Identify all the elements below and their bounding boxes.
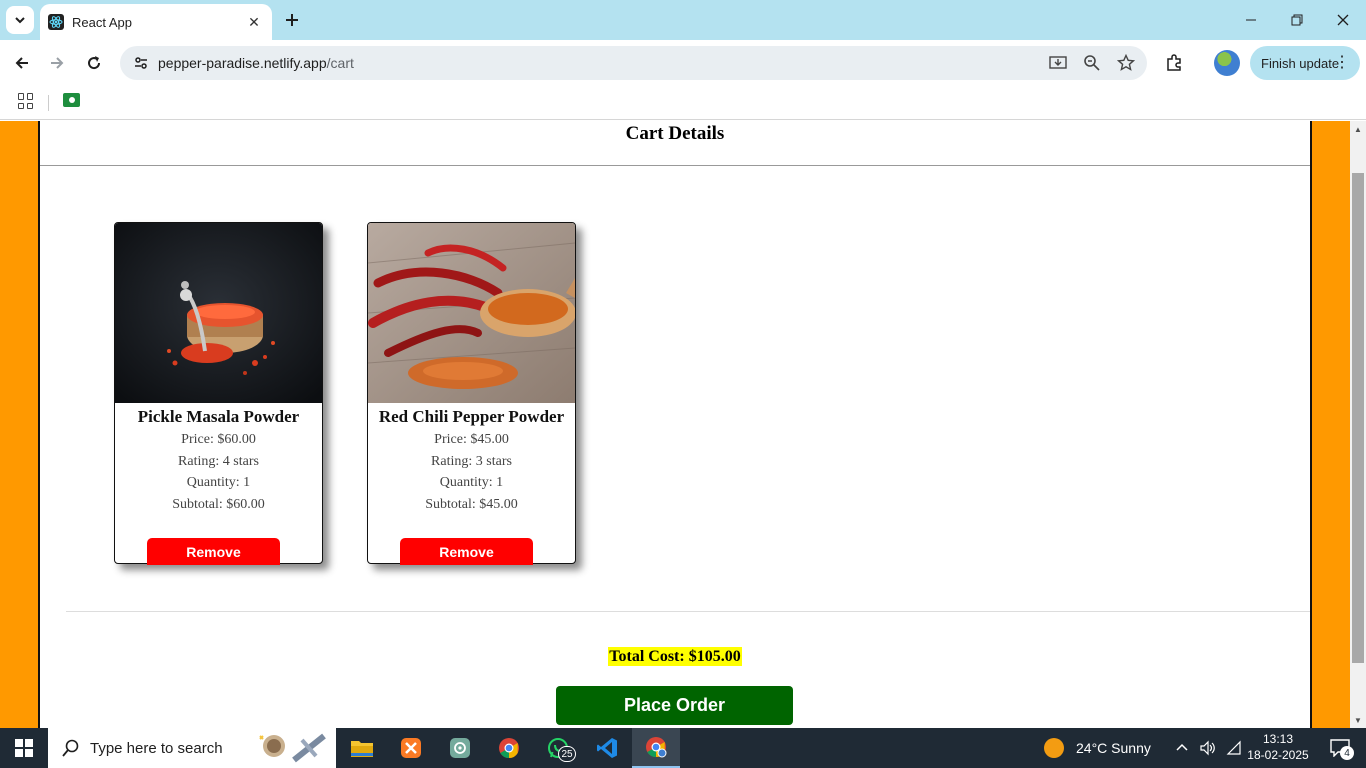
windows-taskbar: Type here to search 25 24°C Sunny 13:13 … [0,728,1366,768]
item-quantity: Quantity: 1 [186,475,251,490]
item-price: Price: $60.00 [181,432,256,447]
item-subtotal: Subtotal: $45.00 [425,496,518,512]
volume-icon[interactable] [1198,738,1218,758]
cart-item-card: Red Chili Pepper Powder Price: $45.00 Ra… [367,222,576,565]
taskbar-chrome[interactable] [485,728,533,768]
page-scrollbar[interactable]: ▲ ▼ [1350,121,1366,728]
item-rating: Rating: 4 stars [178,453,259,469]
notification-count-badge: 4 [1340,746,1354,760]
search-placeholder: Type here to search [90,739,223,757]
chrome-icon [499,738,519,759]
classroom-bookmark-icon[interactable] [63,93,80,107]
clock[interactable]: 13:13 18-02-2025 [1240,731,1316,763]
chatgpt-icon [450,738,470,758]
taskbar-xampp[interactable] [387,728,435,768]
forward-button[interactable] [42,48,72,78]
whatsapp-unread-badge: 25 [558,746,576,762]
back-button[interactable] [7,48,37,78]
total-cost-row: Total Cost: $105.00 [40,647,1310,666]
close-icon [1337,14,1349,26]
scroll-up-arrow-icon[interactable]: ▲ [1350,121,1366,137]
bookmarks-bar [0,86,1366,120]
minimize-icon [1246,19,1256,21]
arrow-left-icon [15,57,28,69]
tab-react-app[interactable]: React App ✕ [40,4,272,40]
profile-avatar[interactable] [1214,50,1240,76]
clock-time: 13:13 [1262,732,1294,746]
address-bar[interactable]: pepper-paradise.netlify.app/cart [120,46,1147,80]
url-path: /cart [326,55,354,71]
apps-grid-icon[interactable] [18,93,34,109]
windows-logo-icon [15,739,33,757]
puzzle-icon [1167,54,1181,71]
notifications-button[interactable]: 4 [1320,728,1360,768]
folder-icon [351,741,373,757]
react-icon [48,14,64,30]
taskbar-file-explorer[interactable] [338,728,386,768]
item-name: Red Chili Pepper Powder [378,407,565,426]
finish-update-label: Finish update [1261,55,1340,71]
cart-item-card: Pickle Masala Powder Price: $60.00 Ratin… [114,222,323,565]
scroll-down-arrow-icon[interactable]: ▼ [1350,712,1366,728]
new-tab-button[interactable] [280,8,304,32]
scroll-thumb[interactable] [1352,173,1364,663]
finish-update-button[interactable]: Finish update ⋮ [1250,46,1360,80]
start-button[interactable] [0,728,48,768]
item-price: Price: $45.00 [434,432,509,447]
taskbar-search-box[interactable]: Type here to search [48,728,336,768]
remove-button[interactable]: Remove [400,538,533,565]
extensions-button[interactable] [1160,49,1188,77]
restore-icon [1291,14,1303,26]
vscode-icon [597,738,617,758]
tab-strip: React App ✕ [0,0,1366,40]
taskbar-chrome-active[interactable] [632,728,680,768]
clock-date: 18-02-2025 [1247,748,1309,762]
chrome-profile-icon [646,737,667,758]
bookmark-star-icon[interactable] [1115,52,1137,74]
chevron-down-icon [15,17,25,24]
system-tray [1172,728,1244,768]
red-chili-pepper-image [368,223,575,403]
weather-text: 24°C Sunny [1076,740,1151,756]
restore-button[interactable] [1274,0,1320,40]
total-cost: Total Cost: $105.00 [608,647,742,666]
page-viewport: Cart Details Pickle Masala Powder Price:… [0,121,1350,728]
place-order-button[interactable]: Place Order [556,686,793,725]
tab-title: React App [72,14,132,30]
tab-search-button[interactable] [6,6,34,34]
item-subtotal: Subtotal: $60.00 [172,496,265,512]
item-name: Pickle Masala Powder [137,407,300,426]
tab-close-icon[interactable]: ✕ [246,14,262,30]
plus-icon [286,14,298,26]
url-host: pepper-paradise.netlify.app [158,55,327,71]
minimize-button[interactable] [1228,0,1274,40]
weather-widget[interactable]: 24°C Sunny [1044,728,1151,768]
install-app-icon[interactable] [1047,52,1069,74]
search-icon [62,739,79,757]
reload-icon [88,56,101,70]
arrow-right-icon [51,57,64,69]
taskbar-chatgpt[interactable] [436,728,484,768]
taskbar-vscode[interactable] [583,728,631,768]
item-quantity: Quantity: 1 [439,475,504,490]
remove-button[interactable]: Remove [147,538,280,565]
url-text: pepper-paradise.netlify.app/cart [158,55,354,71]
zoom-icon[interactable] [1081,52,1103,74]
site-settings-icon[interactable] [130,52,152,74]
item-rating: Rating: 3 stars [431,453,512,469]
close-window-button[interactable] [1320,0,1366,40]
taskbar-whatsapp[interactable]: 25 [534,728,582,768]
chevron-up-icon[interactable] [1172,738,1192,758]
pickle-masala-image [115,223,322,403]
xampp-icon [401,738,421,758]
cart-divider [66,611,1310,612]
bookmarks-separator [48,95,49,111]
sun-icon [1044,738,1064,758]
search-highlight-art-icon [259,733,326,763]
reload-button[interactable] [79,48,109,78]
more-vertical-icon: ⋮ [1334,54,1350,71]
cart-panel: Cart Details Pickle Masala Powder Price:… [38,121,1312,728]
cart-details-heading: Cart Details [40,121,1310,166]
